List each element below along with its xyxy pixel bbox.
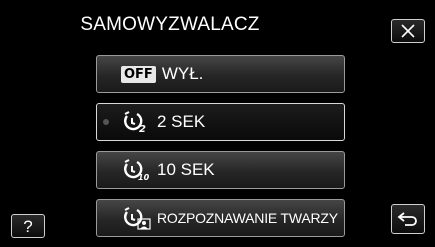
menu-item-2-sec[interactable]: 2 2 SEK	[96, 103, 345, 141]
back-button[interactable]	[391, 204, 425, 234]
menu-item-off[interactable]: OFF WYŁ.	[96, 55, 345, 93]
help-button[interactable]: ?	[11, 214, 45, 238]
close-button[interactable]	[391, 19, 425, 43]
selection-indicator	[103, 119, 109, 125]
page-title: SAMOWYZWALACZ	[80, 14, 260, 35]
svg-text:2: 2	[139, 124, 146, 134]
svg-text:10: 10	[138, 173, 150, 182]
menu-item-label: 2 SEK	[157, 112, 206, 131]
self-timer-10-icon: 10	[121, 158, 151, 182]
menu-item-10-sec[interactable]: 10 10 SEK	[96, 151, 345, 189]
menu-item-face-recognition[interactable]: ROZPOZNAWANIE TWARZY	[96, 199, 345, 237]
menu-item-label: 10 SEK	[157, 160, 215, 179]
off-icon: OFF	[121, 62, 156, 86]
close-icon	[401, 24, 415, 38]
self-timer-face-icon	[121, 206, 151, 230]
self-timer-2-icon: 2	[121, 110, 149, 134]
menu-item-label: WYŁ.	[161, 64, 204, 83]
menu-item-label: ROZPOZNAWANIE TWARZY	[157, 210, 338, 226]
help-icon: ?	[23, 216, 33, 236]
return-arrow-icon	[397, 212, 417, 226]
